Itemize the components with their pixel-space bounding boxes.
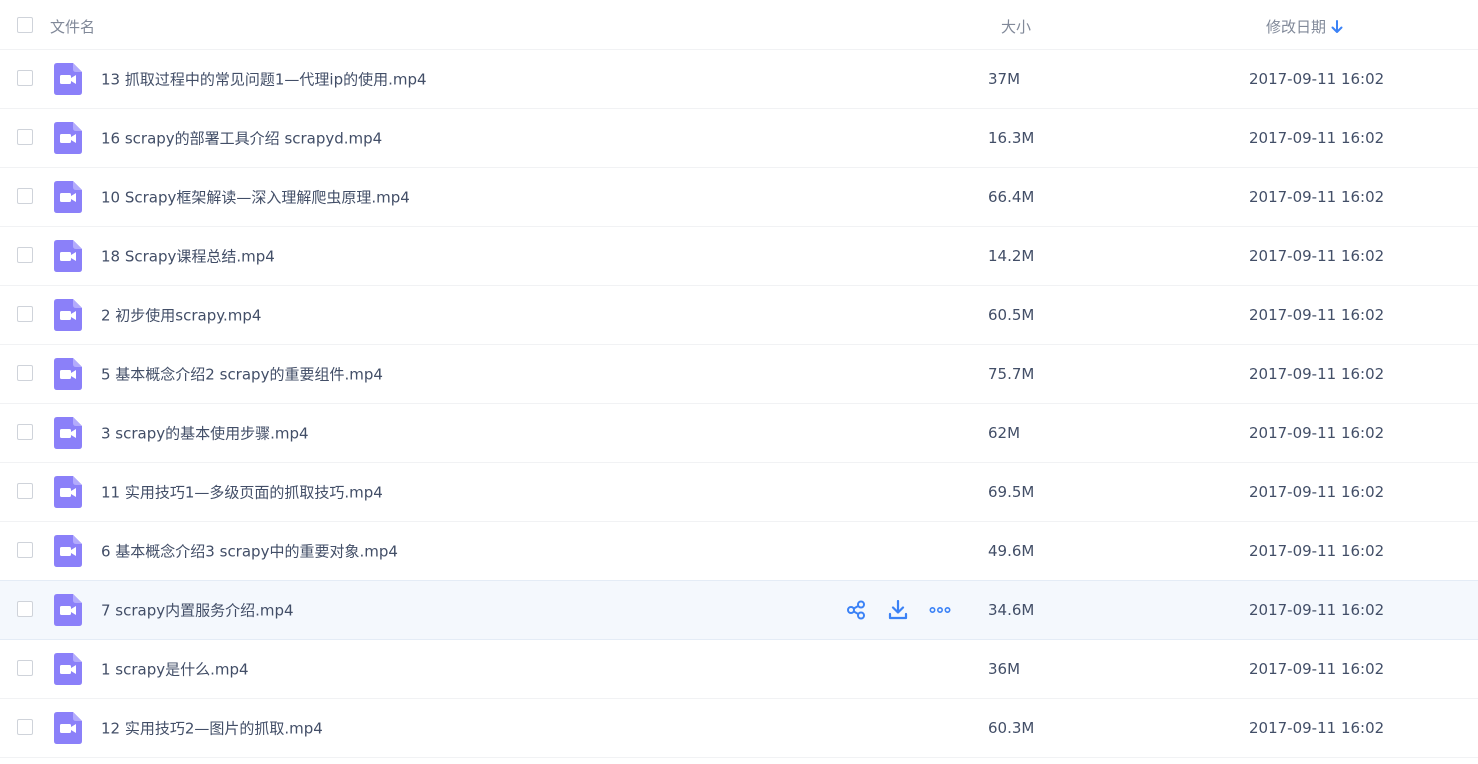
more-icon [929,607,951,614]
file-modified-date: 2017-09-11 16:02 [1249,483,1385,501]
download-button[interactable] [886,598,910,622]
file-modified-date: 2017-09-11 16:02 [1249,70,1385,88]
file-size: 36M [988,660,1021,678]
share-icon [847,600,865,620]
table-row[interactable]: 18 Scrapy课程总结.mp4 14.2M 2017-09-11 16:02 [0,227,1478,286]
row-checkbox[interactable] [17,719,33,735]
video-file-icon [54,417,82,449]
more-button[interactable] [928,598,952,622]
file-name[interactable]: 10 Scrapy框架解读—深入理解爬虫原理.mp4 [101,187,410,208]
file-name[interactable]: 1 scrapy是什么.mp4 [101,659,249,680]
video-file-icon [54,358,82,390]
table-row[interactable]: 3 scrapy的基本使用步骤.mp4 62M 2017-09-11 16:02 [0,404,1478,463]
row-actions [844,598,952,622]
video-file-icon [54,63,82,95]
table-row[interactable]: 16 scrapy的部署工具介绍 scrapyd.mp4 16.3M 2017-… [0,109,1478,168]
file-size: 49.6M [988,542,1035,560]
file-size: 69.5M [988,483,1035,501]
video-file-icon [54,122,82,154]
video-file-icon [54,535,82,567]
table-row[interactable]: 13 抓取过程中的常见问题1—代理ip的使用.mp4 37M 2017-09-1… [0,50,1478,109]
row-checkbox[interactable] [17,601,33,617]
table-header: 文件名 大小 修改日期 [0,0,1478,50]
row-checkbox[interactable] [17,129,33,145]
file-modified-date: 2017-09-11 16:02 [1249,306,1385,324]
file-name[interactable]: 12 实用技巧2—图片的抓取.mp4 [101,718,323,739]
arrow-down-icon [1331,19,1343,33]
row-checkbox[interactable] [17,660,33,676]
file-size: 16.3M [988,129,1035,147]
file-modified-date: 2017-09-11 16:02 [1249,129,1385,147]
file-modified-date: 2017-09-11 16:02 [1249,188,1385,206]
file-modified-date: 2017-09-11 16:02 [1249,719,1385,737]
file-name[interactable]: 6 基本概念介绍3 scrapy中的重要对象.mp4 [101,541,398,562]
row-checkbox[interactable] [17,70,33,86]
file-modified-date: 2017-09-11 16:02 [1249,542,1385,560]
row-checkbox[interactable] [17,306,33,322]
video-file-icon [54,653,82,685]
file-modified-date: 2017-09-11 16:02 [1249,601,1385,619]
download-icon [888,600,908,620]
video-file-icon [54,240,82,272]
file-size: 62M [988,424,1021,442]
file-size: 34.6M [988,601,1035,619]
table-row[interactable]: 5 基本概念介绍2 scrapy的重要组件.mp4 75.7M 2017-09-… [0,345,1478,404]
file-size: 14.2M [988,247,1035,265]
select-all-checkbox[interactable] [17,16,33,33]
table-row[interactable]: 11 实用技巧1—多级页面的抓取技巧.mp4 69.5M 2017-09-11 … [0,463,1478,522]
file-modified-date: 2017-09-11 16:02 [1249,365,1385,383]
row-checkbox[interactable] [17,483,33,499]
column-header-modified-date-label: 修改日期 [1266,18,1327,36]
column-header-size[interactable]: 大小 [1001,16,1031,37]
file-name[interactable]: 5 基本概念介绍2 scrapy的重要组件.mp4 [101,364,383,385]
row-checkbox[interactable] [17,424,33,440]
row-checkbox[interactable] [17,247,33,263]
video-file-icon [54,299,82,331]
table-row[interactable]: 1 scrapy是什么.mp4 36M 2017-09-11 16:02 [0,640,1478,699]
share-button[interactable] [844,598,868,622]
file-name[interactable]: 16 scrapy的部署工具介绍 scrapyd.mp4 [101,128,382,149]
file-name[interactable]: 2 初步使用scrapy.mp4 [101,305,261,326]
table-row[interactable]: 10 Scrapy框架解读—深入理解爬虫原理.mp4 66.4M 2017-09… [0,168,1478,227]
column-header-modified-date[interactable]: 修改日期 [1266,16,1343,37]
table-row[interactable]: 12 实用技巧2—图片的抓取.mp4 60.3M 2017-09-11 16:0… [0,699,1478,758]
file-modified-date: 2017-09-11 16:02 [1249,660,1385,678]
video-file-icon [54,712,82,744]
file-name[interactable]: 7 scrapy内置服务介绍.mp4 [101,600,294,621]
file-name[interactable]: 3 scrapy的基本使用步骤.mp4 [101,423,309,444]
file-list-table: 文件名 大小 修改日期 13 抓取过程中的常见问题1—代理ip的使用.mp4 3… [0,0,1478,758]
column-header-name[interactable]: 文件名 [50,16,95,37]
table-body: 13 抓取过程中的常见问题1—代理ip的使用.mp4 37M 2017-09-1… [0,50,1478,758]
file-name[interactable]: 13 抓取过程中的常见问题1—代理ip的使用.mp4 [101,69,427,90]
file-name[interactable]: 18 Scrapy课程总结.mp4 [101,246,275,267]
file-modified-date: 2017-09-11 16:02 [1249,424,1385,442]
video-file-icon [54,476,82,508]
file-size: 60.5M [988,306,1035,324]
file-name[interactable]: 11 实用技巧1—多级页面的抓取技巧.mp4 [101,482,383,503]
row-checkbox[interactable] [17,365,33,381]
video-file-icon [54,181,82,213]
table-row[interactable]: 7 scrapy内置服务介绍.mp4 34.6M 2017-09-11 16:0… [0,580,1478,640]
video-file-icon [54,594,82,626]
file-size: 60.3M [988,719,1035,737]
table-row[interactable]: 6 基本概念介绍3 scrapy中的重要对象.mp4 49.6M 2017-09… [0,522,1478,581]
file-size: 37M [988,70,1021,88]
row-checkbox[interactable] [17,542,33,558]
file-size: 66.4M [988,188,1035,206]
row-checkbox[interactable] [17,188,33,204]
table-row[interactable]: 2 初步使用scrapy.mp4 60.5M 2017-09-11 16:02 [0,286,1478,345]
file-size: 75.7M [988,365,1035,383]
file-modified-date: 2017-09-11 16:02 [1249,247,1385,265]
